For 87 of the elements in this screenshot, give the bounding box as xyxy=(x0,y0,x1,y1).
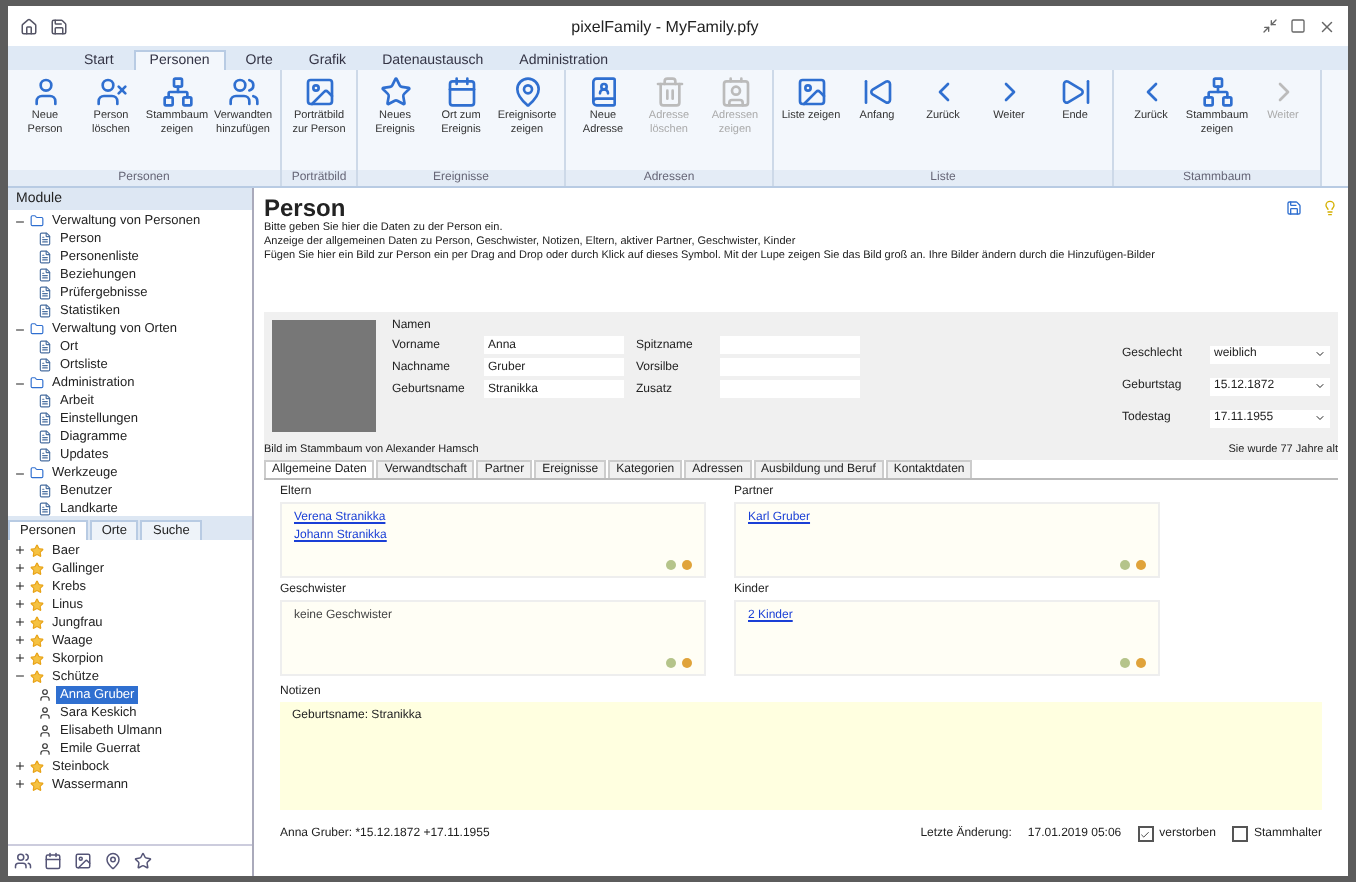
star-icon xyxy=(30,543,44,557)
folder-icon xyxy=(30,214,44,228)
star-icon xyxy=(30,759,44,773)
person-remove-icon xyxy=(95,76,127,108)
star-icon xyxy=(30,561,44,575)
document-icon xyxy=(38,268,52,282)
expand-icon[interactable] xyxy=(14,580,26,592)
calendar-icon xyxy=(445,76,477,108)
folder-icon xyxy=(30,466,44,480)
collapse-icon[interactable] xyxy=(14,215,26,227)
document-icon xyxy=(38,286,52,300)
checkbox[interactable] xyxy=(1137,826,1154,842)
tree-diagram-icon xyxy=(1201,76,1233,108)
document-icon xyxy=(38,358,52,372)
star-icon xyxy=(30,633,44,647)
document-icon xyxy=(38,448,52,462)
person-icon xyxy=(29,76,61,108)
document-icon xyxy=(38,250,52,264)
document-icon xyxy=(38,484,52,498)
star-icon xyxy=(30,669,44,683)
person-icon xyxy=(38,741,52,755)
add-dot-icon[interactable] xyxy=(1120,658,1130,668)
star-icon xyxy=(30,651,44,665)
expand-icon[interactable] xyxy=(14,760,26,772)
collapse-icon[interactable] xyxy=(14,377,26,389)
person-icon xyxy=(38,687,52,701)
people-icon[interactable] xyxy=(14,852,32,870)
tree-diagram-icon xyxy=(161,76,193,108)
person-icon xyxy=(38,705,52,719)
star-icon xyxy=(30,597,44,611)
star-icon xyxy=(379,76,411,108)
document-icon xyxy=(38,412,52,426)
picture-icon xyxy=(303,76,335,108)
save-icon[interactable] xyxy=(50,17,68,35)
address-book-icon xyxy=(587,76,619,108)
collapse-icon[interactable] xyxy=(14,670,26,682)
people-icon xyxy=(227,76,259,108)
document-icon xyxy=(38,430,52,444)
maximize-icon[interactable] xyxy=(1290,18,1306,34)
caret-icon[interactable] xyxy=(1314,412,1326,424)
add-dot-icon[interactable] xyxy=(666,560,676,570)
collapse-icon[interactable] xyxy=(14,467,26,479)
person-icon xyxy=(38,723,52,737)
add-dot-icon[interactable] xyxy=(666,658,676,668)
page-title: Person xyxy=(264,194,346,222)
checkbox[interactable] xyxy=(1231,826,1248,842)
edit-dot-icon[interactable] xyxy=(682,658,692,668)
caret-icon[interactable] xyxy=(1314,380,1326,392)
expand-icon[interactable] xyxy=(14,544,26,556)
document-icon xyxy=(38,340,52,354)
edit-dot-icon[interactable] xyxy=(682,560,692,570)
folder-icon xyxy=(30,322,44,336)
expand-icon[interactable] xyxy=(14,634,26,646)
expand-icon[interactable] xyxy=(14,562,26,574)
home-icon[interactable] xyxy=(20,17,38,35)
add-dot-icon[interactable] xyxy=(1120,560,1130,570)
window-title: pixelFamily - MyFamily.pfy xyxy=(569,17,761,35)
document-icon xyxy=(38,304,52,318)
expand-icon[interactable] xyxy=(14,616,26,628)
picture-icon[interactable] xyxy=(74,852,92,870)
star-icon[interactable] xyxy=(134,852,152,870)
minimize-icon[interactable] xyxy=(1262,18,1278,34)
caret-icon[interactable] xyxy=(1314,348,1326,360)
contact-card-icon xyxy=(719,76,751,108)
skip-forward-icon xyxy=(1059,76,1091,108)
expand-icon[interactable] xyxy=(14,598,26,610)
skip-back-icon xyxy=(861,76,893,108)
trash-icon xyxy=(653,76,685,108)
document-icon xyxy=(38,394,52,408)
picture-icon xyxy=(795,76,827,108)
close-icon[interactable] xyxy=(1318,17,1336,35)
star-icon xyxy=(30,777,44,791)
document-icon xyxy=(38,502,52,515)
map-pin-icon[interactable] xyxy=(104,852,122,870)
calendar-icon[interactable] xyxy=(44,852,62,870)
expand-icon[interactable] xyxy=(14,652,26,664)
star-icon xyxy=(30,579,44,593)
lightbulb-icon[interactable] xyxy=(1322,200,1338,216)
map-pin-icon xyxy=(511,76,543,108)
document-icon xyxy=(38,232,52,246)
star-icon xyxy=(30,615,44,629)
edit-dot-icon[interactable] xyxy=(1136,658,1146,668)
save-icon[interactable] xyxy=(1286,200,1302,216)
folder-icon xyxy=(30,376,44,390)
expand-icon[interactable] xyxy=(14,778,26,790)
collapse-icon[interactable] xyxy=(14,323,26,335)
edit-dot-icon[interactable] xyxy=(1136,560,1146,570)
